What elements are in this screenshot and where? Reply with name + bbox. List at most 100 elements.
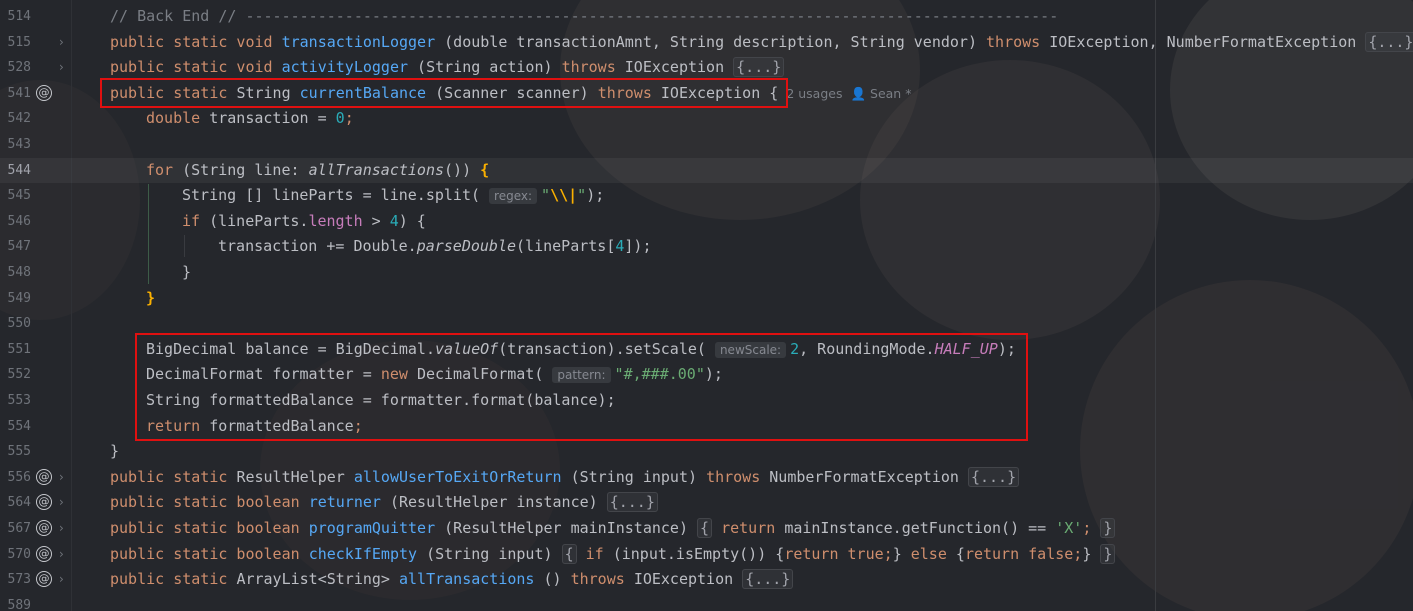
code-text[interactable]: String formattedBalance = formatter.form… [146, 388, 616, 414]
code-line[interactable]: 554 return formattedBalance; [0, 414, 1413, 440]
code-text[interactable]: public static void transactionLogger (do… [110, 30, 1413, 56]
override-marker-icon[interactable]: @ [36, 468, 52, 485]
line-number[interactable]: 551 [0, 337, 31, 363]
folded-region[interactable]: } [1100, 543, 1116, 564]
line-number[interactable]: 541 [0, 81, 31, 107]
line-number[interactable]: 555 [0, 439, 31, 465]
line-number[interactable]: 547 [0, 234, 31, 260]
line-number[interactable]: 552 [0, 362, 31, 388]
line-number[interactable]: 546 [0, 209, 31, 235]
code-text[interactable]: public static String currentBalance (Sca… [110, 81, 911, 107]
code-token: 4 [389, 211, 399, 230]
code-text[interactable]: } [182, 260, 191, 286]
code-text[interactable]: public static boolean programQuitter (Re… [110, 516, 1116, 542]
code-line[interactable]: 552 DecimalFormat formatter = new Decimal… [0, 362, 1413, 388]
code-line[interactable]: 573 @ › public static ArrayList<String> all… [0, 567, 1413, 593]
folded-region[interactable]: {...} [742, 569, 794, 590]
line-number[interactable]: 570 [0, 542, 31, 568]
code-text[interactable]: public static ResultHelper allowUserToEx… [110, 465, 1020, 491]
code-text[interactable]: public static boolean returner (ResultHe… [110, 490, 658, 516]
fold-chevron-icon[interactable]: › [59, 30, 64, 56]
code-text[interactable]: } [110, 439, 119, 465]
code-line[interactable]: 553 String formattedBalance = formatter.f… [0, 388, 1413, 414]
line-number[interactable]: 528 [0, 55, 31, 81]
line-number[interactable]: 567 [0, 516, 31, 542]
code-token: "#,###.00" [614, 365, 705, 384]
line-number[interactable]: 515 [0, 30, 31, 56]
code-line[interactable]: 548} [0, 260, 1413, 286]
folded-region[interactable]: {...} [733, 57, 785, 78]
folded-region[interactable]: {...} [1365, 31, 1413, 52]
code-line[interactable]: 564 @ › public static boolean returner (Res… [0, 490, 1413, 516]
override-marker-icon[interactable]: @ [36, 494, 52, 511]
code-token: String formattedBalance = formatter.form… [146, 391, 616, 409]
code-token: public static boolean [110, 544, 309, 563]
line-number[interactable]: 573 [0, 567, 31, 593]
code-text[interactable]: } [146, 286, 155, 312]
code-line[interactable]: 549} [0, 286, 1413, 312]
code-line[interactable]: 541 @ public static String currentBalance … [0, 81, 1413, 107]
code-line[interactable]: 551 BigDecimal balance = BigDecimal.value… [0, 337, 1413, 363]
code-line[interactable]: 542 double transaction = 0; [0, 106, 1413, 132]
override-marker-icon[interactable]: @ [36, 545, 52, 562]
code-line[interactable]: 546 if (lineParts.length > 4) { [0, 209, 1413, 235]
parameter-hint: pattern: [552, 367, 611, 384]
code-line[interactable]: 528 › public static void activityLogger (S… [0, 55, 1413, 81]
line-number[interactable]: 589 [0, 593, 31, 611]
override-marker-icon[interactable]: @ [36, 84, 52, 101]
code-text[interactable]: return formattedBalance; [146, 414, 363, 440]
override-marker-icon[interactable]: @ [36, 571, 52, 588]
code-token: 2 [790, 339, 800, 358]
fold-chevron-icon[interactable]: › [59, 516, 64, 542]
code-line[interactable]: 544 for (String line: allTransactions()) … [0, 157, 1413, 184]
folded-region[interactable]: { [561, 543, 577, 564]
code-line[interactable]: 514 // Back End // ----------------------… [0, 4, 1413, 30]
code-line[interactable]: 589 [0, 593, 1413, 611]
line-number[interactable]: 556 [0, 465, 31, 491]
fold-chevron-icon[interactable]: › [59, 465, 64, 491]
folded-region[interactable]: {...} [606, 492, 658, 513]
code-line[interactable]: 550 [0, 311, 1413, 337]
line-number[interactable]: 544 [0, 158, 31, 184]
code-text[interactable]: BigDecimal balance = BigDecimal.valueOf(… [146, 337, 1016, 364]
line-number[interactable]: 543 [0, 132, 31, 158]
folded-region[interactable]: { [697, 518, 713, 538]
code-token: { [480, 160, 490, 179]
folded-region[interactable]: {...} [967, 466, 1020, 487]
code-text[interactable]: public static void activityLogger (Strin… [110, 55, 785, 81]
fold-chevron-icon[interactable]: › [59, 490, 64, 516]
code-text[interactable]: for (String line: allTransactions()) { [146, 158, 489, 184]
code-line[interactable]: 555} [0, 439, 1413, 465]
code-line[interactable]: 547 transaction += Double.parseDouble(lin… [0, 234, 1413, 260]
code-text[interactable]: public static boolean checkIfEmpty (Stri… [110, 542, 1116, 568]
code-text[interactable]: double transaction = 0; [146, 106, 354, 132]
line-number[interactable]: 553 [0, 388, 31, 414]
line-number[interactable]: 549 [0, 286, 31, 312]
fold-chevron-icon[interactable]: › [59, 55, 64, 81]
code-text[interactable]: String [] lineParts = line.split( regex:… [182, 183, 604, 210]
line-number[interactable]: 514 [0, 4, 31, 30]
code-text[interactable]: public static ArrayList<String> allTrans… [110, 567, 794, 593]
folded-region[interactable]: } [1100, 518, 1116, 538]
code-line[interactable]: 543 [0, 132, 1413, 158]
line-number[interactable]: 545 [0, 183, 31, 209]
code-line[interactable]: 556 @ › public static ResultHelper allowUse… [0, 465, 1413, 491]
override-marker-icon[interactable]: @ [36, 520, 52, 536]
line-number[interactable]: 550 [0, 311, 31, 337]
line-number[interactable]: 542 [0, 106, 31, 132]
code-editor[interactable]: 514 // Back End // ----------------------… [0, 0, 1413, 611]
line-number[interactable]: 564 [0, 490, 31, 516]
code-text[interactable]: DecimalFormat formatter = new DecimalFor… [146, 362, 723, 389]
code-text[interactable]: if (lineParts.length > 4) { [182, 209, 426, 235]
line-number[interactable]: 554 [0, 414, 31, 440]
code-token: new [380, 365, 417, 384]
fold-chevron-icon[interactable]: › [59, 567, 64, 593]
code-line[interactable]: 567 @ › public static boolean programQuitte… [0, 516, 1413, 542]
code-line[interactable]: 570 @ › public static boolean checkIfEmpty … [0, 542, 1413, 568]
code-text[interactable]: transaction += Double.parseDouble(linePa… [218, 234, 652, 260]
code-text[interactable]: // Back End // -------------------------… [110, 4, 1058, 30]
code-line[interactable]: 515 › public static void transactionLogger… [0, 30, 1413, 56]
line-number[interactable]: 548 [0, 260, 31, 286]
code-line[interactable]: 545 String [] lineParts = line.split( reg… [0, 183, 1413, 209]
fold-chevron-icon[interactable]: › [59, 542, 64, 568]
